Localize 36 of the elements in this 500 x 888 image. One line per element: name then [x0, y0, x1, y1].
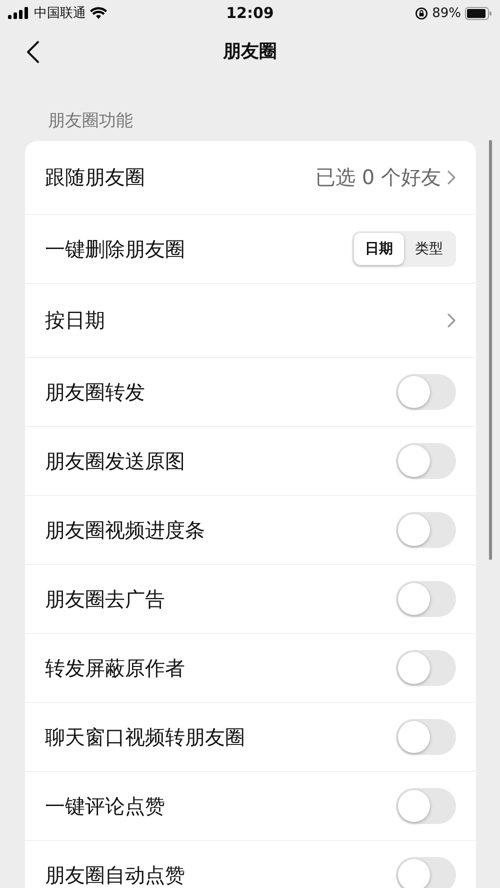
chevron-icon [447, 170, 456, 185]
toggle-switch[interactable] [396, 650, 456, 686]
toggle-switch[interactable] [396, 512, 456, 548]
battery-icon [465, 6, 492, 20]
toggle-switch[interactable] [396, 719, 456, 755]
toggle-switch[interactable] [396, 857, 456, 888]
setting-label: 朋友圈发送原图 [45, 448, 186, 474]
toggle-switch[interactable] [396, 788, 456, 824]
chevron-icon [447, 313, 456, 328]
back-icon [26, 40, 40, 64]
rotation-lock-icon [415, 6, 428, 20]
carrier-name: 中国联通 [34, 5, 86, 22]
setting-label: 朋友圈自动点赞 [45, 862, 186, 888]
setting-row[interactable]: 跟随朋友圈 已选 0 个好友 [25, 141, 476, 215]
toggle-switch[interactable] [396, 581, 456, 617]
setting-label: 按日期 [45, 307, 106, 334]
setting-label: 朋友圈去广告 [45, 586, 166, 612]
setting-label: 朋友圈转发 [45, 378, 146, 406]
setting-label: 朋友圈视频进度条 [45, 516, 206, 544]
page-title: 朋友圈 [223, 40, 277, 63]
toggle-switch[interactable] [396, 374, 456, 410]
setting-row[interactable]: 按日期 [25, 284, 476, 358]
wifi-icon [90, 7, 107, 19]
setting-label: 跟随朋友圈 [45, 164, 146, 191]
segment-option[interactable]: 日期 [354, 233, 404, 265]
signal-icon [8, 7, 30, 19]
setting-label: 一键删除朋友圈 [45, 236, 186, 262]
setting-label: 一键评论点赞 [45, 792, 166, 820]
toggle-switch[interactable] [396, 443, 456, 479]
setting-value: 已选 0 个好友 [316, 164, 441, 191]
segment-option[interactable]: 类型 [404, 233, 454, 265]
setting-label: 聊天窗口视频转朋友圈 [45, 724, 246, 750]
setting-label: 转发屏蔽原作者 [45, 654, 186, 682]
battery-percent: 89% [432, 6, 461, 20]
section-title: 朋友圈功能 [48, 111, 133, 131]
clock-time: 12:09 [226, 4, 274, 22]
